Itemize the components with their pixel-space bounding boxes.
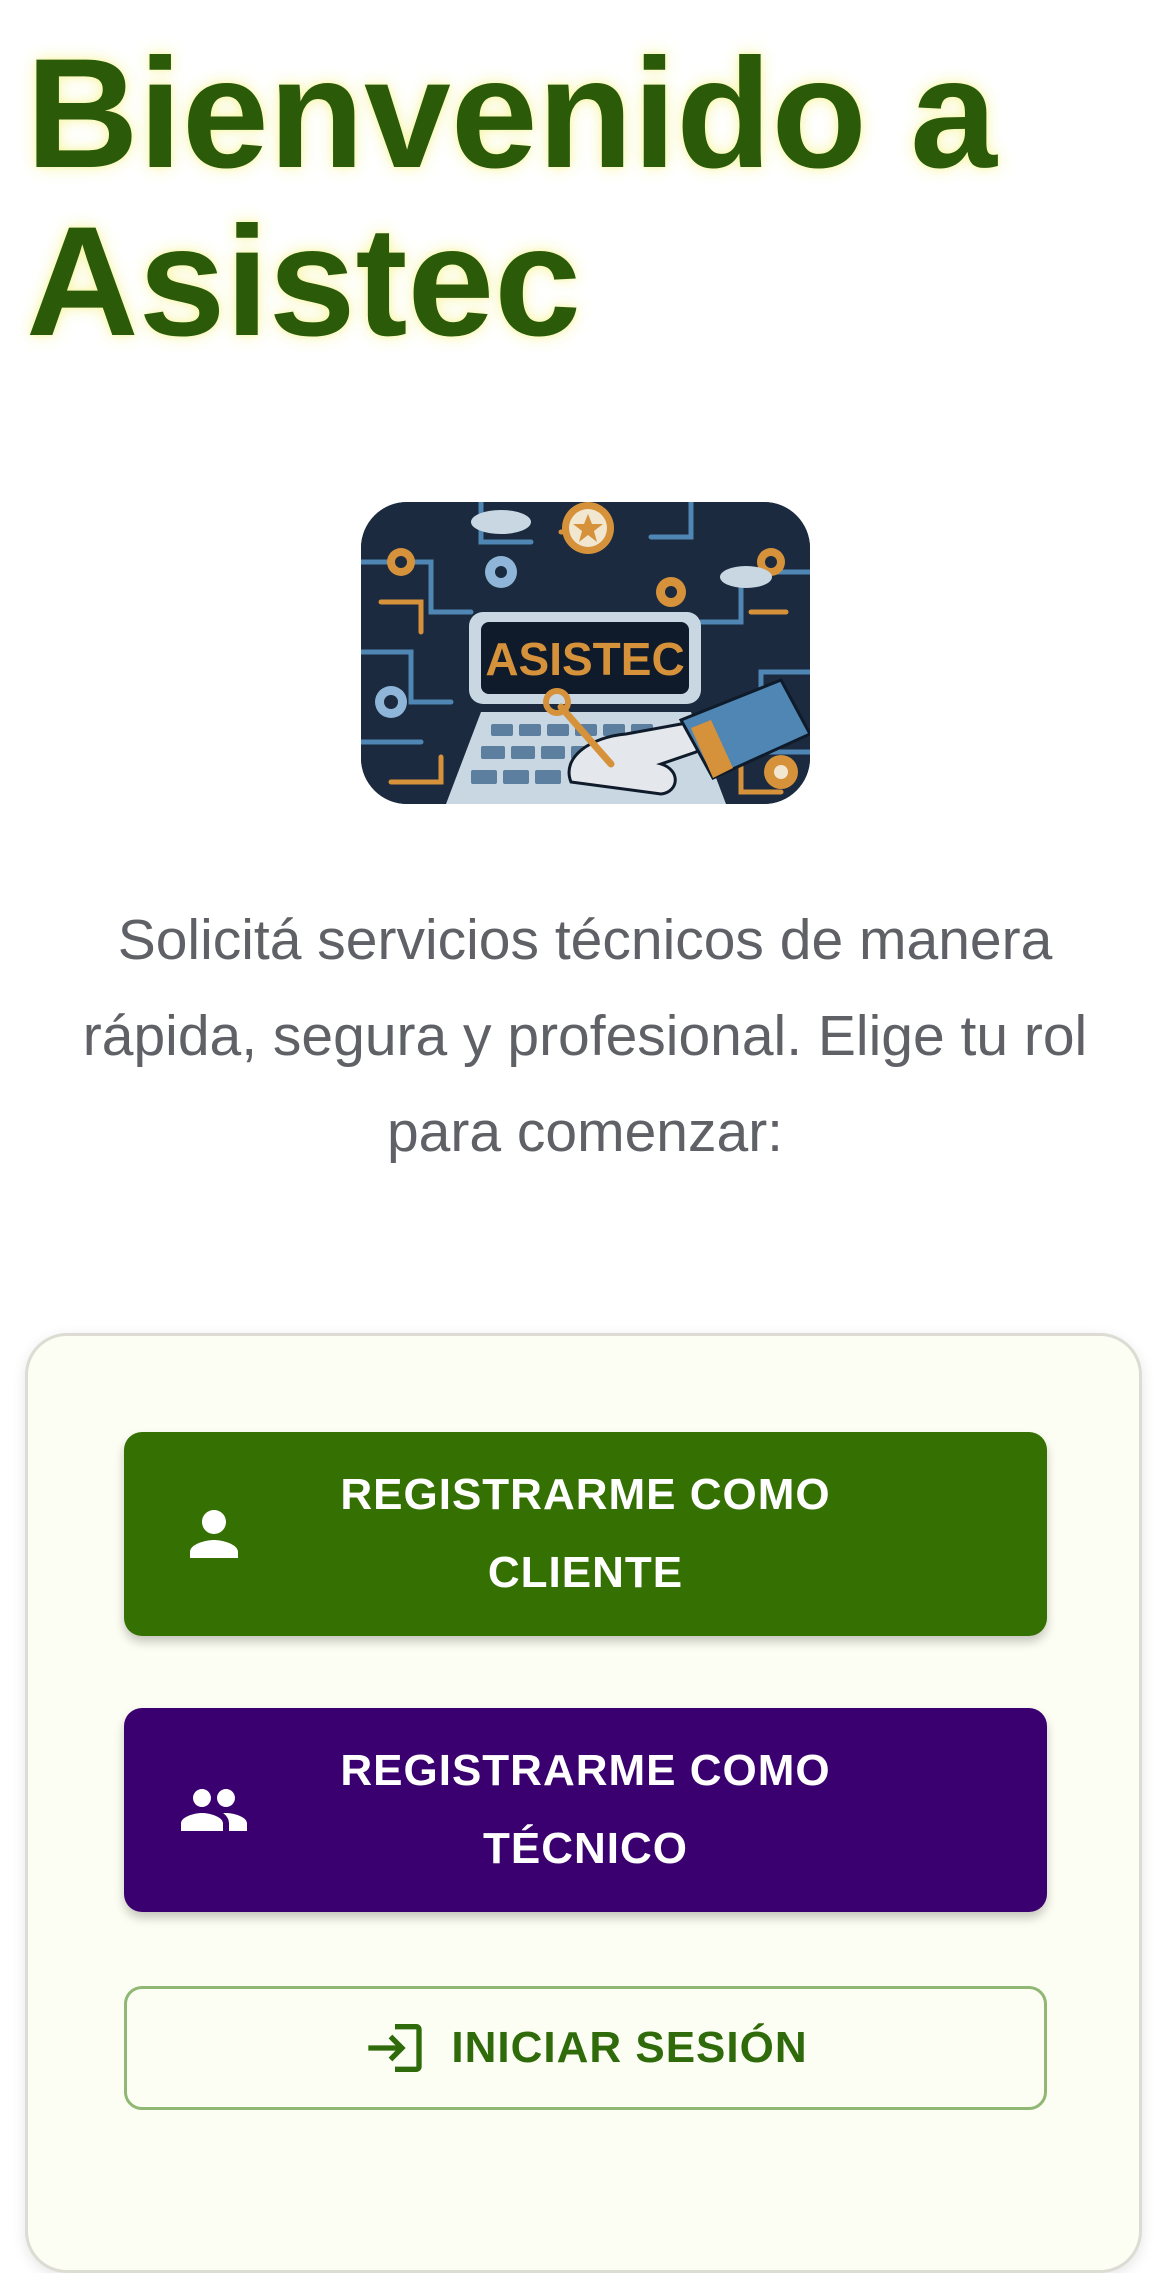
register-client-label: REGISTRARME COMO CLIENTE xyxy=(340,1470,831,1597)
logo-text: ASISTEC xyxy=(485,633,684,685)
person-icon xyxy=(190,1510,238,1558)
register-client-button[interactable]: REGISTRARME COMO CLIENTE xyxy=(124,1432,1047,1636)
tagline: Solicitá servicios técnicos de manera rá… xyxy=(82,908,1088,1164)
role-selection-card: REGISTRARME COMO CLIENTE REGISTRARME COM… xyxy=(25,1333,1142,2273)
register-technician-label: REGISTRARME COMO TÉCNICO xyxy=(340,1746,831,1873)
login-label: INICIAR SESIÓN xyxy=(451,2023,808,2072)
asistec-logo: ASISTEC xyxy=(361,502,810,804)
login-button[interactable]: INICIAR SESIÓN xyxy=(124,1986,1047,2110)
page-title: Bienvenido a Asistec xyxy=(26,27,997,369)
people-icon xyxy=(181,1789,247,1831)
login-icon xyxy=(368,2024,423,2072)
register-technician-button[interactable]: REGISTRARME COMO TÉCNICO xyxy=(124,1708,1047,1912)
